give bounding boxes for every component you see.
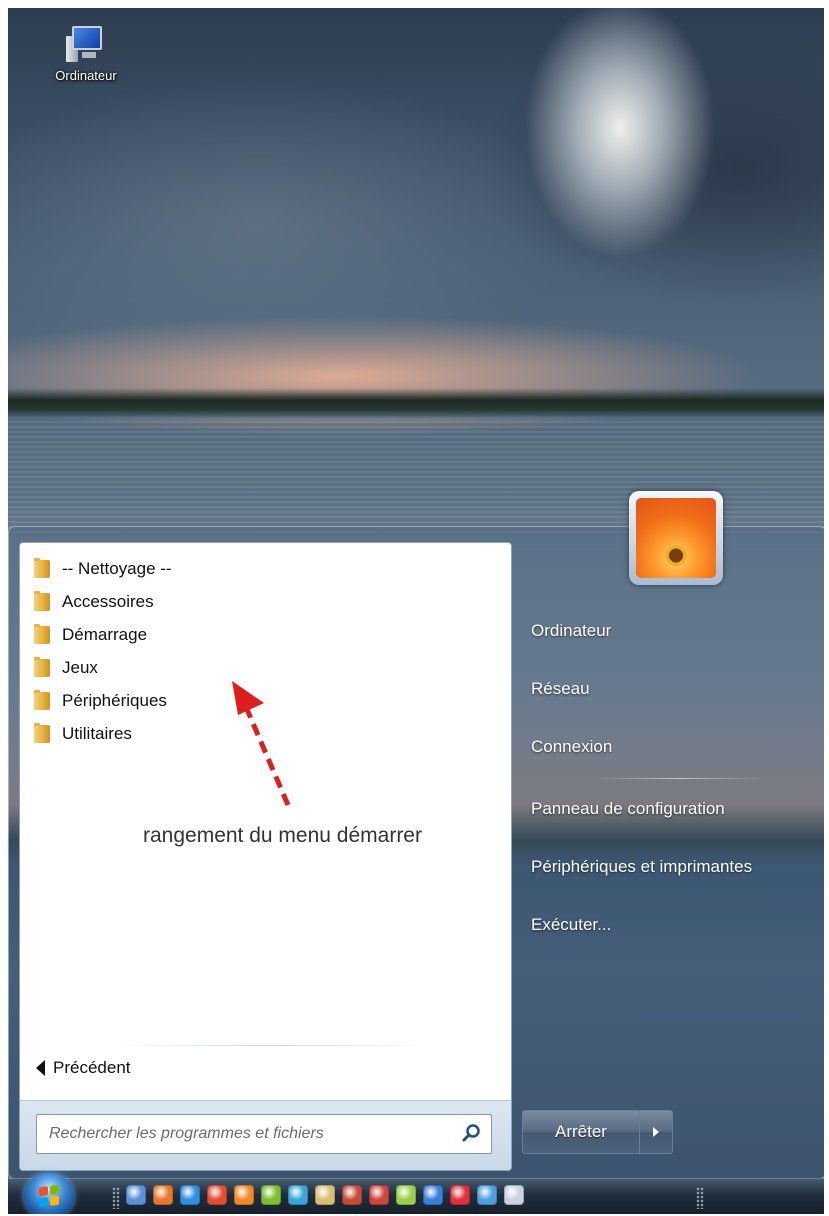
flag-yellow <box>50 1195 59 1206</box>
user-avatar[interactable] <box>629 491 723 585</box>
folder-icon <box>34 557 50 578</box>
flower-icon <box>636 498 716 578</box>
divider <box>594 778 764 779</box>
firefox-icon[interactable] <box>153 1185 173 1205</box>
notes-icon[interactable] <box>396 1185 416 1205</box>
program-folder-label: Jeux <box>62 657 98 677</box>
shutdown-options-button[interactable] <box>639 1110 673 1154</box>
program-folder-label: Utilitaires <box>62 723 132 743</box>
ftp-icon[interactable] <box>342 1185 362 1205</box>
tools-icon[interactable] <box>369 1185 389 1205</box>
start-button[interactable] <box>24 1173 74 1214</box>
right-link-devices-printers[interactable]: Périphériques et imprimantes <box>531 857 752 877</box>
taskbar <box>8 1173 824 1214</box>
leaf-icon[interactable] <box>261 1185 281 1205</box>
mail-icon[interactable] <box>234 1185 254 1205</box>
back-label: Précédent <box>53 1058 131 1077</box>
folder-icon <box>34 590 50 611</box>
grid-icon[interactable] <box>477 1185 497 1205</box>
folder-icon <box>34 656 50 677</box>
right-link-network[interactable]: Réseau <box>531 679 590 699</box>
programs-pane: -- Nettoyage -- Accessoires Démarrage Jeux P… <box>19 542 512 1171</box>
cube-icon[interactable] <box>288 1185 308 1205</box>
chevron-right-icon <box>653 1127 659 1137</box>
chrome-icon[interactable] <box>207 1185 227 1205</box>
shutdown-button[interactable]: Arrêter <box>522 1110 639 1154</box>
wallpaper-treeline <box>8 388 824 418</box>
annotation-text: rangement du menu démarrer <box>143 824 422 847</box>
program-folder-label: Démarrage <box>62 624 148 644</box>
program-folder-item[interactable]: Accessoires <box>34 585 172 618</box>
flag-green <box>50 1184 59 1195</box>
wand-icon[interactable] <box>315 1185 335 1205</box>
desktop-icon-computer[interactable]: Ordinateur <box>36 22 136 83</box>
r-icon[interactable] <box>450 1185 470 1205</box>
right-link-connect[interactable]: Connexion <box>531 737 612 757</box>
desktop-icon-label: Ordinateur <box>55 68 117 83</box>
program-folder-label: Accessoires <box>62 591 154 611</box>
desktop: Ordinateur -- Nettoyage -- Accessoires Dém… <box>8 8 824 1214</box>
right-link-computer[interactable]: Ordinateur <box>531 621 611 641</box>
shutdown-control: Arrêter <box>522 1110 673 1154</box>
windows-logo-icon <box>39 1184 59 1208</box>
taskbar-grip[interactable] <box>112 1187 120 1209</box>
program-folder-item[interactable]: Démarrage <box>34 618 172 651</box>
search-icon[interactable] <box>462 1123 482 1143</box>
internet-explorer-icon[interactable] <box>180 1185 200 1205</box>
flag-blue <box>39 1197 48 1208</box>
console-icon[interactable] <box>504 1185 524 1205</box>
right-link-run[interactable]: Exécuter... <box>531 915 611 935</box>
program-folder-item[interactable]: Jeux <box>34 651 172 684</box>
back-arrow-icon <box>36 1060 45 1076</box>
right-link-control-panel[interactable]: Panneau de configuration <box>531 799 725 819</box>
back-button[interactable]: Précédent <box>36 1058 131 1078</box>
app-icon[interactable] <box>423 1185 443 1205</box>
network-icon[interactable] <box>126 1185 146 1205</box>
taskbar-grip[interactable] <box>696 1187 704 1209</box>
pinned-apps <box>126 1185 531 1205</box>
program-folder-item[interactable]: Périphériques <box>34 684 172 717</box>
folder-icon <box>34 689 50 710</box>
program-folder-item[interactable]: -- Nettoyage -- <box>34 552 172 585</box>
program-folder-item[interactable]: Utilitaires <box>34 717 172 750</box>
folder-icon <box>34 623 50 644</box>
folder-icon <box>34 722 50 743</box>
flag-red <box>39 1186 48 1197</box>
program-folder-label: Périphériques <box>62 690 167 710</box>
search-area <box>20 1100 511 1170</box>
computer-icon <box>64 22 108 66</box>
annotation-arrow-icon <box>232 681 291 806</box>
search-input[interactable] <box>36 1114 492 1154</box>
start-menu: -- Nettoyage -- Accessoires Démarrage Jeux P… <box>8 491 824 1179</box>
program-list: -- Nettoyage -- Accessoires Démarrage Jeux P… <box>34 552 172 750</box>
program-folder-label: -- Nettoyage -- <box>62 558 172 578</box>
divider <box>115 1045 425 1046</box>
